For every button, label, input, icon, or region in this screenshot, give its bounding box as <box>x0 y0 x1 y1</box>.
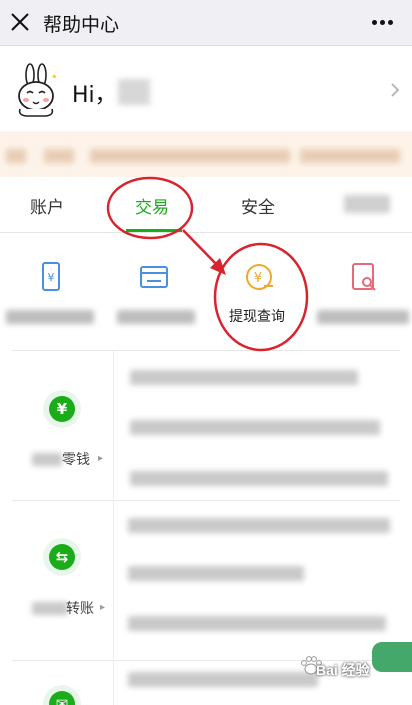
greeting-text: Hi， <box>72 83 117 108</box>
close-icon[interactable] <box>9 11 31 33</box>
phone-yen-icon: ¥ <box>42 262 60 291</box>
yen-icon: ¥ <box>43 390 81 428</box>
category-label-transfer[interactable]: 转账 <box>66 598 94 618</box>
more-dots-icon[interactable] <box>372 20 394 26</box>
transfer-arrows-icon: ⇆ <box>43 538 81 576</box>
faq-item-blurred[interactable] <box>130 420 380 435</box>
notice-blurred-text <box>300 149 400 163</box>
category-label-blurred <box>32 602 68 615</box>
notice-bar[interactable] <box>0 131 412 177</box>
tab-security[interactable]: 安全 <box>241 193 275 218</box>
receipt-search-icon <box>352 263 376 291</box>
grid-label-blurred <box>6 310 94 324</box>
grid-item[interactable]: ¥ <box>0 234 103 346</box>
rabbit-avatar-icon <box>18 63 56 117</box>
category-label-blurred <box>32 453 62 466</box>
grid-item[interactable] <box>309 234 412 346</box>
page-title: 帮助中心 <box>43 14 120 36</box>
notice-blurred-text <box>44 149 74 163</box>
faq-item-blurred[interactable] <box>128 616 386 631</box>
chevron-right-icon: ▸ <box>98 453 104 464</box>
tab-bar: 账户 交易 安全 <box>0 177 412 233</box>
grid-label-withdraw-query: 提现查询 <box>229 309 285 325</box>
watermark-badge <box>372 642 412 672</box>
divider <box>113 500 114 660</box>
card-transfer-icon <box>140 266 168 288</box>
tab-blurred[interactable] <box>344 195 390 213</box>
divider <box>12 500 400 501</box>
watermark-text: Bai 经验 <box>316 662 370 678</box>
faq-item-blurred[interactable] <box>128 566 304 581</box>
active-tab-indicator <box>126 229 182 232</box>
grid-label-blurred <box>317 310 409 324</box>
envelope-icon: ✉ <box>43 685 81 705</box>
faq-list: ¥ 零钱 ▸ ⇆ 转账 ▸ ✉ <box>0 350 412 705</box>
faq-item-blurred[interactable] <box>128 518 390 533</box>
withdraw-yen-icon: ¥ <box>246 264 273 290</box>
divider <box>113 350 114 500</box>
tab-transaction[interactable]: 交易 <box>135 193 169 218</box>
tab-account[interactable]: 账户 <box>30 193 64 218</box>
faq-item-blurred[interactable] <box>128 672 318 687</box>
grid-item[interactable] <box>103 234 206 346</box>
divider <box>12 350 400 351</box>
notice-blurred-text <box>90 149 290 163</box>
faq-item-blurred[interactable] <box>130 471 388 486</box>
username-blurred <box>118 79 150 105</box>
svg-text:¥: ¥ <box>48 271 55 284</box>
category-label-change[interactable]: 零钱 <box>62 449 90 469</box>
quick-grid: ¥ ¥ <box>0 234 412 346</box>
grid-item-withdraw-query[interactable]: ¥ <box>206 234 309 346</box>
grid-label-blurred <box>117 310 195 324</box>
top-bar: 帮助中心 <box>0 0 412 46</box>
faq-item-blurred[interactable] <box>130 370 358 385</box>
divider <box>113 660 114 705</box>
svg-text:¥: ¥ <box>254 271 262 286</box>
profile-row[interactable]: Hi， <box>0 47 412 131</box>
chevron-right-icon: ▸ <box>100 602 106 613</box>
chevron-right-icon <box>391 83 400 97</box>
notice-blurred-text <box>6 149 26 163</box>
